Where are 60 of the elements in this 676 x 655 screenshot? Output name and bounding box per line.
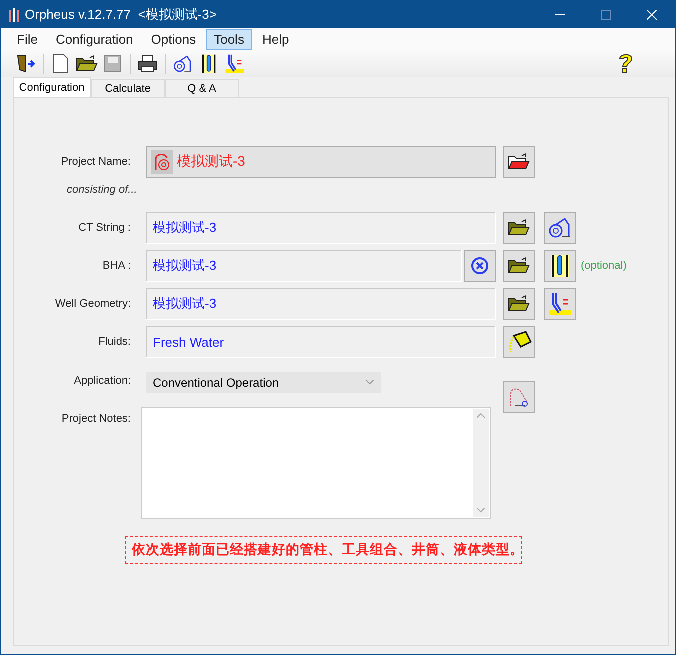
application-dropdown[interactable]: Conventional Operation	[146, 372, 381, 393]
hint-callout: 依次选择前面已经搭建好的管柱、工具组合、井筒、液体类型。	[125, 536, 522, 564]
bha-button[interactable]	[544, 250, 576, 282]
reel-icon	[173, 54, 193, 74]
exit-icon[interactable]	[15, 52, 37, 74]
component-field[interactable]: Fresh Water	[146, 326, 496, 358]
consisting-note: consisting of...	[67, 184, 138, 196]
fluids-button[interactable]	[503, 326, 535, 358]
chevron-icon	[366, 380, 374, 385]
clear-icon	[471, 257, 489, 275]
wellbore-icon	[225, 54, 245, 74]
tab[interactable]: Configuration	[13, 77, 91, 97]
tab[interactable]: Q & A	[165, 79, 239, 97]
field-label: Fluids:	[98, 336, 131, 348]
open-button[interactable]	[503, 250, 535, 282]
well-diagram-icon	[508, 386, 530, 408]
tool-string-icon	[199, 54, 219, 74]
open-folder-icon[interactable]	[76, 52, 98, 74]
optional-note: (optional)	[581, 260, 627, 272]
open-button[interactable]	[503, 212, 535, 244]
ct-string-button[interactable]	[544, 212, 576, 244]
open-project-button[interactable]	[503, 146, 535, 178]
project-name: 模拟测试-3	[177, 153, 246, 171]
project-icon	[151, 150, 173, 174]
menu-item[interactable]: Help	[254, 28, 298, 50]
save-icon	[102, 52, 124, 74]
print-icon[interactable]	[137, 52, 159, 74]
menu-item[interactable]: File	[9, 28, 46, 50]
wellbore-icon	[548, 292, 572, 316]
minimize-icon[interactable]	[555, 14, 565, 16]
component-field[interactable]: 模拟测试-3	[146, 250, 462, 282]
folder-icon	[508, 219, 530, 237]
app-icon	[9, 8, 19, 22]
notes-field[interactable]	[141, 407, 491, 519]
tool-string-icon	[548, 254, 572, 278]
folder-icon	[76, 54, 98, 72]
well-geometry-button[interactable]	[544, 288, 576, 320]
component-field[interactable]: 模拟测试-3	[146, 288, 496, 320]
tab[interactable]: Calculate	[91, 79, 165, 97]
reel-icon	[548, 216, 572, 240]
field-label: Project Notes:	[60, 413, 131, 425]
clear-button[interactable]	[464, 250, 496, 282]
menu-item[interactable]: Options	[143, 28, 204, 50]
field-label: Application:	[73, 375, 131, 387]
folder-icon	[508, 295, 530, 313]
window-title: Orpheus v.12.7.77 <模拟测试-3>	[25, 6, 218, 24]
ct-string-tool[interactable]	[172, 52, 194, 74]
open-button[interactable]	[503, 288, 535, 320]
close-icon[interactable]	[647, 10, 657, 20]
field-label: CT String :	[78, 222, 131, 234]
field-label: Well Geometry:	[54, 298, 131, 310]
component-field[interactable]: 模拟测试-3	[146, 212, 496, 244]
well-geometry-tool[interactable]	[224, 52, 246, 74]
folder-icon	[508, 153, 530, 171]
menu-item[interactable]: Configuration	[48, 28, 142, 50]
maximize-icon	[601, 10, 611, 20]
field-label: Project Name:	[60, 156, 131, 168]
menu-item[interactable]: Tools	[206, 28, 252, 50]
field-label: BHA :	[102, 260, 131, 272]
folder-icon	[508, 257, 530, 275]
